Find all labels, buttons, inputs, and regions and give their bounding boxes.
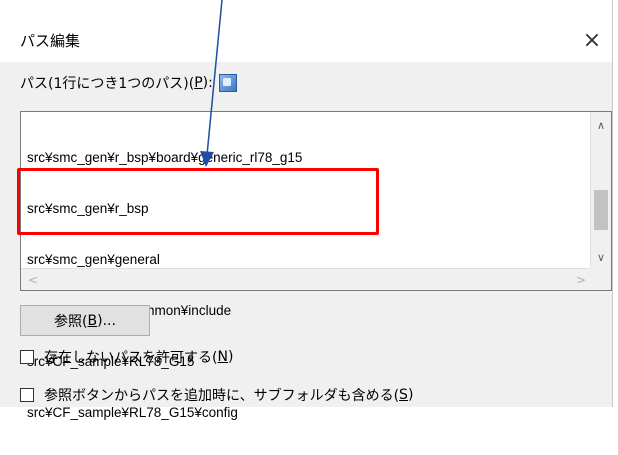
horizontal-scrollbar[interactable]: < > xyxy=(21,268,591,290)
highlight-box xyxy=(17,168,379,235)
option-accel[interactable]: S xyxy=(399,387,408,403)
vertical-scroll-thumb[interactable] xyxy=(594,190,608,230)
path-line[interactable]: src¥smc_gen¥general xyxy=(27,251,302,268)
path-edit-dialog: パス編集 × パス(1行につき1つのパス)(P): src¥smc_gen¥r_… xyxy=(0,0,613,420)
dialog-titlebar: パス編集 × xyxy=(0,0,612,62)
browse-button[interactable]: 参照(B)... xyxy=(20,305,150,336)
option-suffix[interactable]: ) xyxy=(228,349,233,365)
include-subfolders-option[interactable]: 参照ボタンからパスを追加時に、サブフォルダも含める(S) xyxy=(20,385,413,405)
path-label-text: パス(1行につき1つのパス)( xyxy=(20,76,195,92)
allow-nonexistent-option[interactable]: 存在しないパスを許可する(N) xyxy=(20,347,233,367)
browse-button-label: 参照( xyxy=(54,313,88,330)
browse-button-accel: B xyxy=(87,312,98,329)
option-accel[interactable]: N xyxy=(217,349,227,365)
browse-button-suffix: )... xyxy=(97,312,116,329)
include-subfolders-checkbox[interactable] xyxy=(20,388,34,402)
placeholder-icon[interactable] xyxy=(218,74,237,92)
path-line[interactable]: src¥smc_gen¥r_bsp¥board¥generic_rl78_g15 xyxy=(27,149,302,166)
close-icon: × xyxy=(582,27,602,53)
close-button[interactable]: × xyxy=(572,22,612,58)
path-list-label: パス(1行につき1つのパス)(P): xyxy=(20,73,237,93)
path-label-suffix: ): xyxy=(202,75,213,91)
scroll-right-icon[interactable]: > xyxy=(571,269,591,290)
dialog-title: パス編集 xyxy=(20,32,81,50)
option-suffix[interactable]: ) xyxy=(408,387,413,403)
vertical-scrollbar[interactable]: ∧ ∨ xyxy=(590,112,611,268)
scrollbar-corner xyxy=(590,268,611,290)
scroll-down-icon[interactable]: ∨ xyxy=(591,246,611,268)
path-label-accel: P xyxy=(194,75,203,91)
option-label[interactable]: 存在しないパスを許可する( xyxy=(44,347,217,367)
option-label[interactable]: 参照ボタンからパスを追加時に、サブフォルダも含める( xyxy=(44,385,399,405)
allow-nonexistent-checkbox[interactable] xyxy=(20,350,34,364)
scroll-up-icon[interactable]: ∧ xyxy=(591,114,611,136)
scroll-left-icon[interactable]: < xyxy=(23,269,43,290)
